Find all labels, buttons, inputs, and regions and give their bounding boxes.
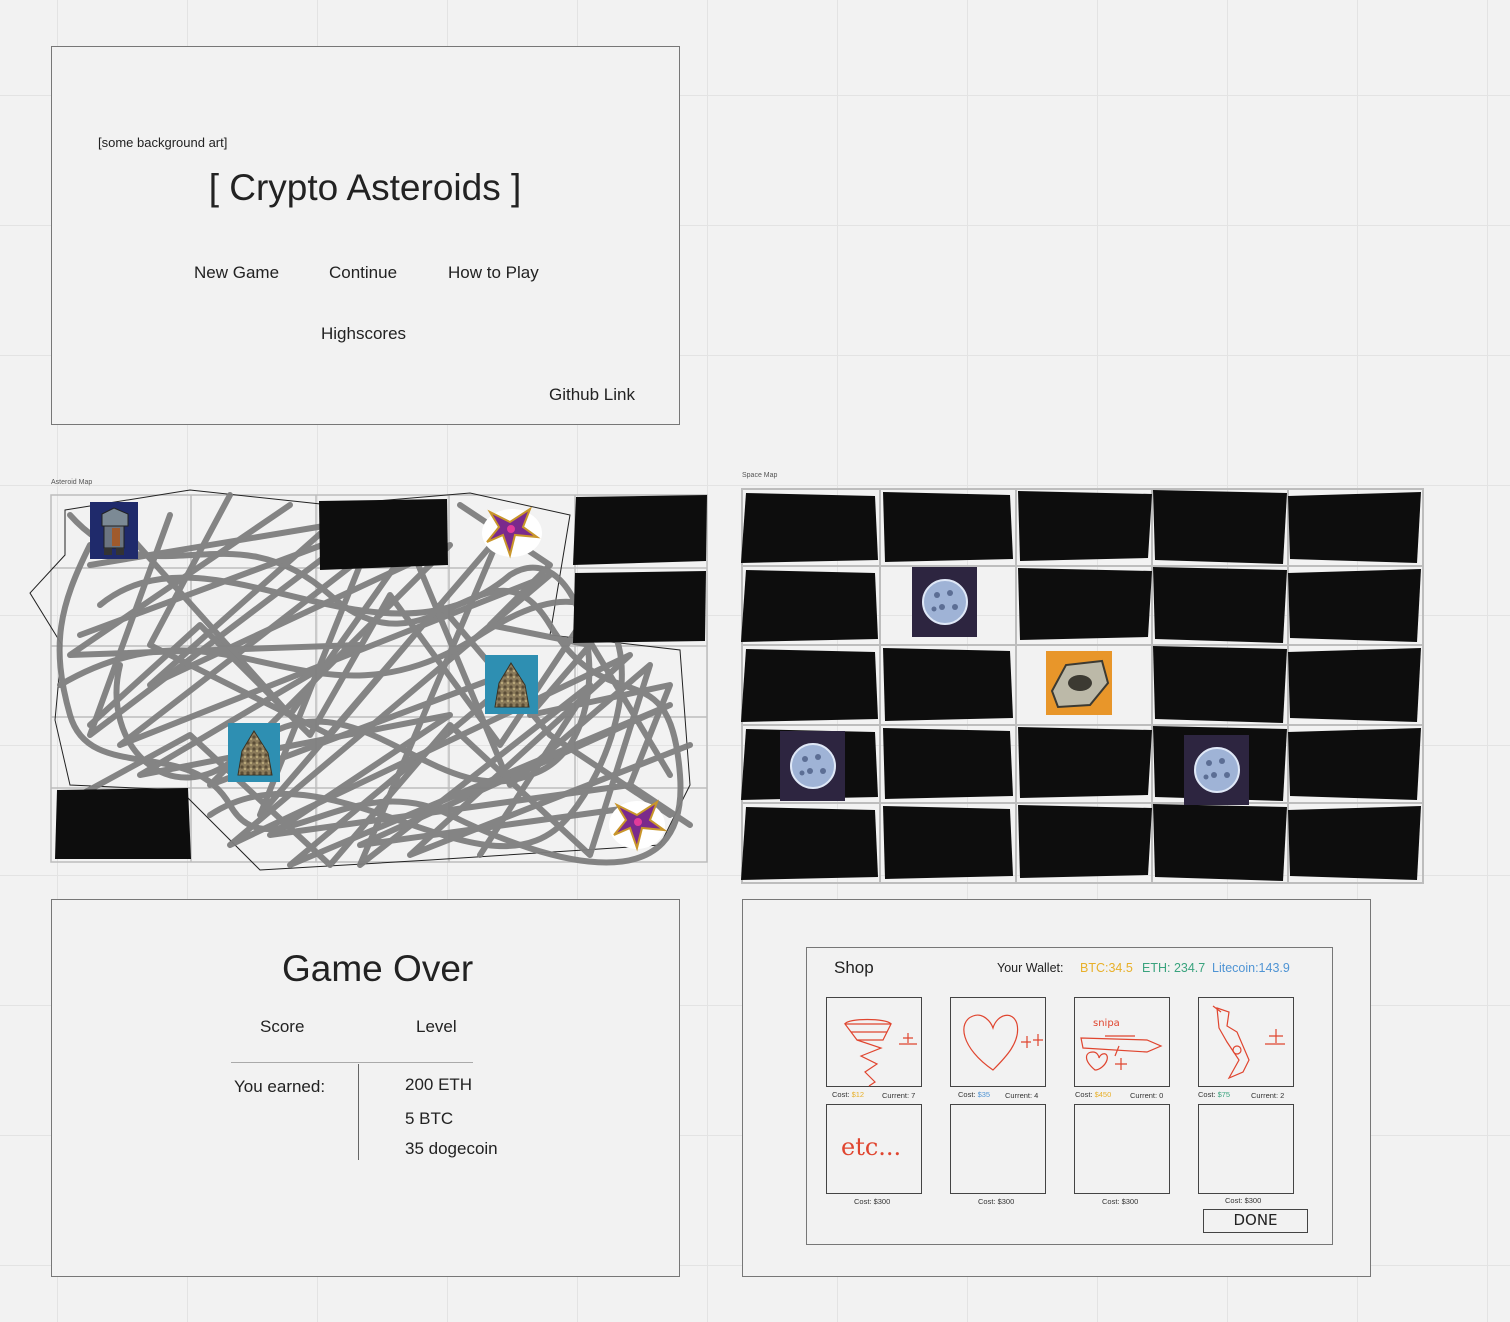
item-cost: Cost: $450	[1075, 1090, 1112, 1099]
shop-item-empty[interactable]	[1074, 1104, 1170, 1194]
blackout-cell	[883, 492, 1013, 562]
tornado-sketch-icon	[843, 1018, 917, 1087]
shop-item-empty[interactable]	[950, 1104, 1046, 1194]
blackout-cell	[741, 570, 878, 642]
sniper-note: snipa	[1093, 1018, 1120, 1029]
asteroid-map	[29, 489, 708, 871]
blackout-cell	[1288, 728, 1421, 800]
score-header: Score	[260, 1017, 305, 1036]
sniper-sketch-icon: snipa	[1080, 1018, 1163, 1071]
background-art-note: [some background art]	[98, 135, 228, 150]
rock-icon	[228, 723, 280, 782]
blackout-cell	[319, 499, 448, 570]
space-map	[741, 488, 1424, 884]
item-current: Current: 2	[1251, 1091, 1285, 1100]
wallet-ltc: Litecoin:143.9	[1212, 961, 1290, 975]
item-cost: Cost: $300	[1102, 1197, 1139, 1206]
etc-note: etc...	[841, 1133, 901, 1161]
space-map-label: Space Map	[742, 472, 778, 479]
player-knight-icon	[90, 502, 138, 559]
blackout-cell	[1153, 490, 1287, 564]
blackout-cell	[883, 728, 1013, 799]
blackout-cell	[741, 649, 878, 722]
blackout-cell	[1153, 804, 1287, 881]
shop-item-sniper[interactable]: snipa	[1074, 997, 1170, 1087]
blackout-cell	[1288, 806, 1421, 880]
item-cost: Cost: $300	[978, 1197, 1015, 1206]
shop-item-gun[interactable]	[1198, 997, 1294, 1087]
heart-sketch-icon	[963, 1014, 1043, 1071]
shop-title: Shop	[834, 958, 874, 977]
game-title: [ Crypto Asteroids ]	[208, 167, 522, 208]
earning-eth: 200 ETH	[405, 1075, 473, 1094]
blackout-cell	[1018, 727, 1152, 798]
wallet-btc: BTC:34.5	[1080, 961, 1133, 975]
item-cost: Cost: $300	[854, 1197, 891, 1206]
spiked-mine-icon	[912, 567, 977, 637]
wallet-label: Your Wallet:	[997, 961, 1064, 975]
earned-label: You earned:	[234, 1077, 326, 1096]
blackout-cell	[741, 493, 878, 563]
level-header: Level	[416, 1017, 457, 1036]
done-button[interactable]: DONE	[1203, 1209, 1308, 1233]
spaceship-icon	[1046, 651, 1112, 715]
blackout-cell	[1018, 805, 1152, 878]
item-current: Current: 0	[1130, 1091, 1164, 1100]
item-cost: Cost: $300	[1225, 1196, 1262, 1205]
blackout-cell	[883, 648, 1013, 721]
blackout-cell	[573, 571, 706, 643]
spiked-mine-icon	[780, 731, 845, 801]
table-divider	[231, 1062, 473, 1063]
highscores-button[interactable]: Highscores	[321, 324, 406, 344]
earning-dogecoin: 35 dogecoin	[405, 1139, 498, 1158]
column-divider	[358, 1064, 359, 1160]
wallet-eth: ETH: 234.7	[1142, 961, 1206, 975]
continue-button[interactable]: Continue	[329, 263, 397, 283]
blackout-cell	[55, 788, 191, 859]
github-link[interactable]: Github Link	[549, 385, 635, 405]
game-over-frame: Game Over Score Level You earned: 200 ET…	[51, 899, 680, 1277]
rock-icon	[485, 655, 538, 714]
earning-btc: 5 BTC	[405, 1109, 454, 1128]
how-to-play-button[interactable]: How to Play	[448, 263, 539, 283]
item-cost: Cost: $35	[958, 1090, 991, 1099]
game-over-title: Game Over	[282, 948, 474, 989]
blackout-cell	[1018, 568, 1152, 640]
item-cost: Cost: $12	[832, 1090, 865, 1099]
blackout-cell	[1153, 646, 1287, 723]
item-cost: Cost: $75	[1198, 1090, 1231, 1099]
item-current: Current: 7	[882, 1091, 916, 1100]
blackout-cell	[1018, 491, 1152, 561]
blackout-cell	[1288, 492, 1421, 563]
blackout-cell	[741, 807, 878, 880]
etc-sketch-icon: etc...	[841, 1133, 901, 1161]
shop-item-etc[interactable]: etc...	[826, 1104, 922, 1194]
blackout-cell	[1288, 569, 1421, 642]
blackout-cell	[1288, 648, 1421, 722]
shop-item-empty[interactable]	[1198, 1104, 1294, 1194]
title-screen-frame: [some background art] [ Crypto Asteroids…	[51, 46, 680, 425]
spiked-mine-icon	[1184, 735, 1249, 805]
shop-item-tornado[interactable]	[826, 997, 922, 1087]
shop-item-heart[interactable]	[950, 997, 1046, 1087]
blackout-cell	[1153, 567, 1287, 643]
item-current: Current: 4	[1005, 1091, 1039, 1100]
gun-sketch-icon	[1212, 1005, 1285, 1080]
blackout-cell	[883, 806, 1013, 879]
new-game-button[interactable]: New Game	[194, 263, 279, 283]
blackout-cell	[573, 495, 707, 565]
